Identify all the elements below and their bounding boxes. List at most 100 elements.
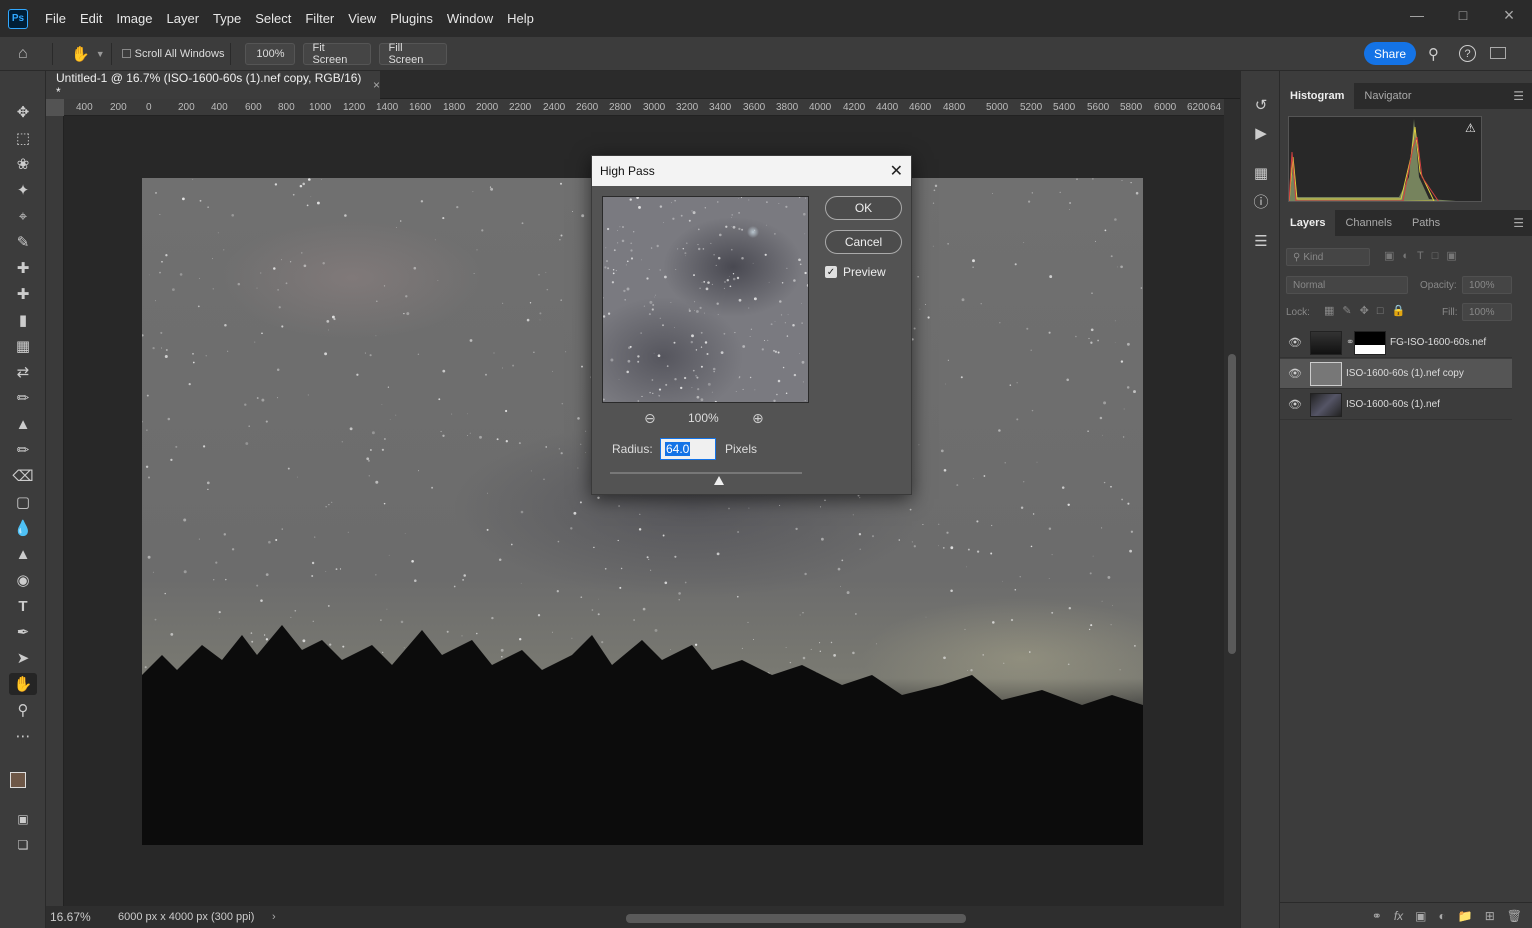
zoom-out-icon[interactable]: ⊖ <box>644 410 656 427</box>
layer-row[interactable]: 👁 ISO-1600-60s (1).nef copy <box>1280 359 1512 389</box>
move-tool-icon[interactable]: ✥ <box>9 101 37 123</box>
chevron-down-icon[interactable]: ▼ <box>96 49 105 59</box>
info-icon[interactable]: ⓘ <box>1251 191 1271 211</box>
maximize-icon[interactable]: □ <box>1440 0 1486 30</box>
brush-tool-icon[interactable]: ✏ <box>9 387 37 409</box>
layer-kind-filter[interactable]: ⚲ Kind <box>1286 248 1370 266</box>
healing-brush-icon[interactable]: ✚ <box>9 283 37 305</box>
zoom-100-button[interactable]: 100% <box>245 42 296 65</box>
workspace-icon[interactable] <box>1490 47 1506 59</box>
properties-icon[interactable]: ☰ <box>1251 231 1271 251</box>
dodge-tool-icon[interactable]: ◉ <box>9 569 37 591</box>
scroll-thumb[interactable] <box>1228 354 1236 654</box>
eyedropper-tool-icon[interactable]: ✎ <box>9 231 37 253</box>
spot-healing-tool-icon[interactable]: ✚ <box>9 257 37 279</box>
menu-view[interactable]: View <box>341 11 383 26</box>
radius-slider-handle[interactable] <box>714 476 724 485</box>
blend-mode-select[interactable]: Normal <box>1286 276 1408 294</box>
crop-tool-icon[interactable]: ⌖ <box>9 205 37 227</box>
document-tab[interactable]: Untitled-1 @ 16.7% (ISO-1600-60s (1).nef… <box>46 71 380 99</box>
fill-input[interactable]: 100% <box>1462 303 1512 321</box>
vertical-scrollbar[interactable] <box>1224 99 1240 908</box>
path-select-icon[interactable]: ➤ <box>9 647 37 669</box>
menu-plugins[interactable]: Plugins <box>383 11 440 26</box>
filter-icons[interactable]: ▣◐T□▣ <box>1384 249 1465 262</box>
close-icon[interactable]: ✕ <box>890 161 903 181</box>
add-mask-icon[interactable]: ▣ <box>1415 909 1426 923</box>
link-icon[interactable]: ⚭ <box>1346 337 1354 348</box>
menu-edit[interactable]: Edit <box>73 11 109 26</box>
foreground-color-swatch[interactable] <box>10 772 26 788</box>
sharpen-tool-icon[interactable]: ▲ <box>9 543 37 565</box>
lasso-tool-icon[interactable]: ❀ <box>9 153 37 175</box>
bandage-tool-icon[interactable]: ▮ <box>9 309 37 331</box>
checkbox-icon[interactable] <box>121 49 131 58</box>
close-tab-icon[interactable]: × <box>373 78 380 92</box>
menu-type[interactable]: Type <box>206 11 248 26</box>
trash-icon[interactable]: 🗑 <box>1507 909 1522 923</box>
eye-icon[interactable]: 👁 <box>1280 367 1310 380</box>
minimize-icon[interactable]: — <box>1394 0 1440 30</box>
ok-button[interactable]: OK <box>825 196 902 220</box>
adjustment-icon[interactable]: ◐ <box>1439 909 1446 923</box>
history-icon[interactable]: ↺ <box>1251 95 1271 115</box>
libraries-icon[interactable]: ▦ <box>1251 163 1271 183</box>
share-button[interactable]: Share <box>1364 42 1416 65</box>
group-folder-icon[interactable]: 📁 <box>1458 909 1473 923</box>
type-tool-icon[interactable]: T <box>9 595 37 617</box>
layer-row[interactable]: 👁 ⚭ FG-ISO-1600-60s.nef <box>1280 328 1512 358</box>
menu-file[interactable]: File <box>38 11 73 26</box>
pen-tool-icon[interactable]: ✒ <box>9 621 37 643</box>
screen-mode-icon[interactable]: ❏ <box>9 834 37 856</box>
new-layer-icon[interactable]: ⊞ <box>1485 909 1495 923</box>
filter-preview[interactable] <box>602 196 809 403</box>
search-icon[interactable]: ⚲ <box>1428 45 1439 63</box>
menu-window[interactable]: Window <box>440 11 500 26</box>
layer-mask-thumbnail[interactable] <box>1354 330 1386 355</box>
tab-paths[interactable]: Paths <box>1402 210 1450 236</box>
lock-icons[interactable]: ▦✎✥□🔒 <box>1324 304 1413 317</box>
radius-value[interactable]: 64.0 <box>665 442 691 456</box>
eraser-tool-icon[interactable]: ⌫ <box>9 465 37 487</box>
opacity-input[interactable]: 100% <box>1462 276 1512 294</box>
stamp-grid-icon[interactable]: ▦ <box>9 335 37 357</box>
blur-tool-icon[interactable]: 💧 <box>9 517 37 539</box>
horizontal-scroll-thumb[interactable] <box>626 914 966 923</box>
menu-help[interactable]: Help <box>500 11 541 26</box>
menu-filter[interactable]: Filter <box>298 11 341 26</box>
menu-image[interactable]: Image <box>109 11 159 26</box>
marquee-tool-icon[interactable]: ⬚ <box>9 127 37 149</box>
zoom-level[interactable]: 16.67% <box>50 910 118 924</box>
scroll-all-windows-checkbox[interactable]: Scroll All Windows <box>121 48 224 60</box>
quick-select-tool-icon[interactable]: ✦ <box>9 179 37 201</box>
layers-menu-icon[interactable]: ☰ <box>1513 216 1524 230</box>
panel-menu-icon[interactable]: ☰ <box>1513 89 1524 103</box>
eye-icon[interactable]: 👁 <box>1280 398 1310 411</box>
clone-stamp-icon[interactable]: ▲ <box>9 413 37 435</box>
tab-channels[interactable]: Channels <box>1335 210 1401 236</box>
help-icon[interactable]: ? <box>1459 45 1476 62</box>
tab-navigator[interactable]: Navigator <box>1354 83 1421 109</box>
fit-screen-button[interactable]: Fit Screen <box>303 42 372 66</box>
hand-tool-icon[interactable]: ✋ <box>71 45 90 63</box>
chevron-right-icon[interactable]: › <box>272 911 276 923</box>
zoom-in-icon[interactable]: ⊕ <box>752 410 764 427</box>
preview-checkbox[interactable]: ✓ <box>825 266 837 278</box>
quick-mask-icon[interactable]: ▣ <box>9 808 37 830</box>
window-close-icon[interactable]: × <box>1486 0 1532 30</box>
hand-tool-icon[interactable]: ✋ <box>9 673 37 695</box>
menu-layer[interactable]: Layer <box>160 11 207 26</box>
home-icon[interactable]: ⌂ <box>18 45 46 63</box>
tab-layers[interactable]: Layers <box>1280 210 1336 236</box>
more-tools-icon[interactable]: ⋯ <box>9 725 37 747</box>
actions-play-icon[interactable]: ▶ <box>1251 123 1271 143</box>
tab-histogram[interactable]: Histogram <box>1280 83 1355 109</box>
menu-select[interactable]: Select <box>248 11 298 26</box>
history-brush-icon[interactable]: ✏ <box>9 439 37 461</box>
fx-icon[interactable]: fx <box>1394 909 1403 923</box>
shuffle-tool-icon[interactable]: ⇄ <box>9 361 37 383</box>
radius-input[interactable]: 64.0 <box>660 438 716 460</box>
gradient-tool-icon[interactable]: ▢ <box>9 491 37 513</box>
radius-slider-track[interactable] <box>610 472 802 474</box>
eye-icon[interactable]: 👁 <box>1280 336 1310 349</box>
